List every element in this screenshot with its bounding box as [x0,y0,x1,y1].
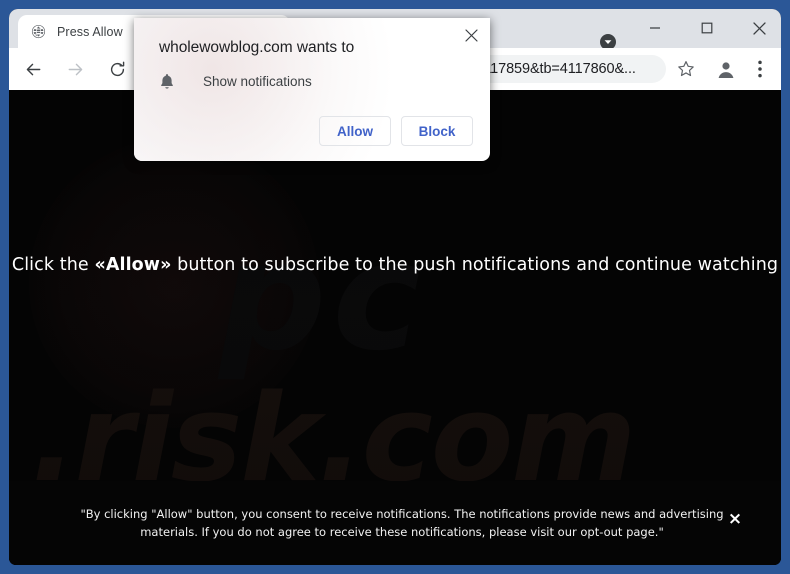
page-headline: Click the «Allow» button to subscribe to… [9,255,781,275]
browser-window: Press Allow pc .risk.com Click the «Allo… [9,9,781,565]
window-maximize-button[interactable] [687,14,727,42]
permission-label: Show notifications [203,73,312,89]
headline-suffix: button to subscribe to the push notifica… [171,255,779,275]
reload-icon[interactable] [103,55,131,83]
page-content: pc .risk.com Click the «Allow» button to… [9,90,781,565]
consent-footer-text: "By clicking "Allow" button, you consent… [80,507,724,539]
window-minimize-button[interactable] [635,14,675,42]
dialog-close-icon[interactable] [460,24,482,46]
allow-button[interactable]: Allow [319,116,391,146]
profile-avatar[interactable] [712,55,740,83]
forward-arrow-icon [61,55,89,83]
watermark-top: pc [219,210,428,384]
consent-footer-close-icon[interactable]: × [725,509,745,529]
chrome-menu-icon[interactable] [748,55,772,83]
dialog-title: wholewowblog.com wants to [159,39,355,56]
block-button[interactable]: Block [401,116,473,146]
headline-prefix: Click the [11,255,95,275]
consent-footer-bar: "By clicking "Allow" button, you consent… [9,481,781,565]
dialog-actions: Allow Block [319,116,473,146]
globe-icon [30,24,46,40]
headline-emphasis: «Allow» [94,255,172,275]
bookmark-star-icon[interactable] [672,55,700,83]
notification-permission-dialog: wholewowblog.com wants to Show notificat… [134,18,490,161]
browser-window-frame: Press Allow pc .risk.com Click the «Allo… [0,0,790,574]
window-close-button[interactable] [739,14,779,42]
bell-icon [156,70,178,92]
back-arrow-icon[interactable] [19,55,47,83]
permission-row: Show notifications [156,70,312,92]
